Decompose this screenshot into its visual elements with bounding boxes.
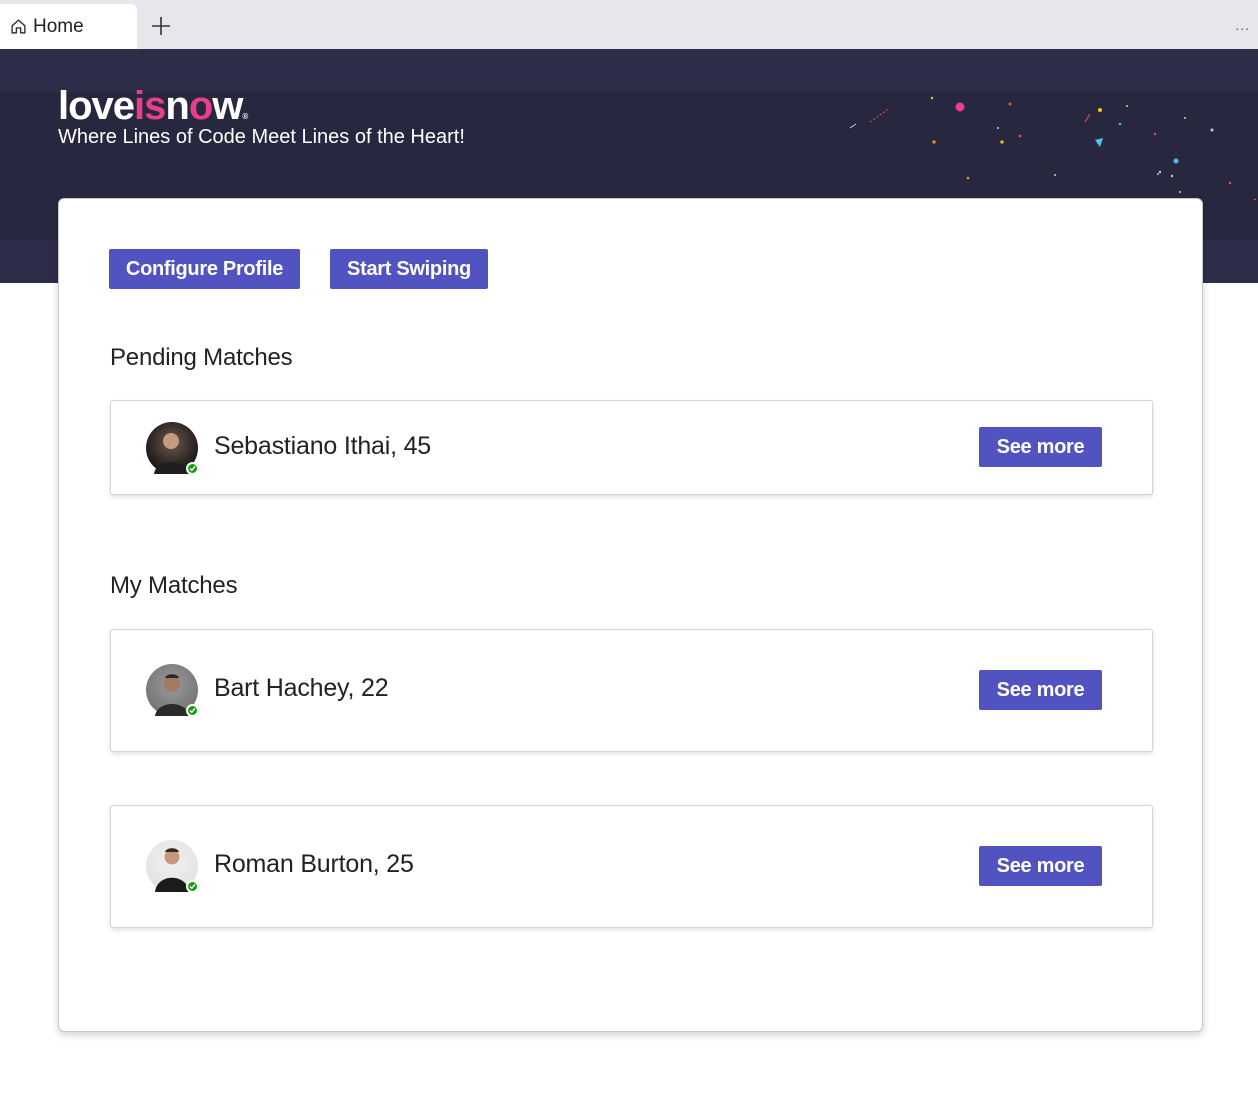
main-card: Configure Profile Start Swiping Pending … — [58, 198, 1203, 1032]
avatar — [146, 664, 199, 717]
logo-text-love: love — [58, 84, 135, 128]
online-status-icon — [186, 704, 199, 717]
avatar — [146, 422, 199, 475]
home-icon — [11, 19, 26, 34]
avatar — [146, 840, 199, 893]
configure-profile-button[interactable]: Configure Profile — [109, 249, 300, 289]
match-name: Roman Burton, 25 — [214, 850, 414, 878]
match-card: Roman Burton, 25 See more — [110, 805, 1153, 928]
match-name: Sebastiano Ithai, 45 — [214, 432, 431, 460]
online-status-icon — [186, 462, 199, 475]
more-icon[interactable]: ... — [1235, 17, 1250, 33]
see-more-button[interactable]: See more — [979, 670, 1102, 710]
pending-match-card: Sebastiano Ithai, 45 See more — [110, 400, 1153, 495]
browser-tab-bar: Home ... — [0, 0, 1258, 49]
match-card: Bart Hachey, 22 See more — [110, 629, 1153, 752]
logo-text-is: is — [134, 84, 166, 128]
see-more-button[interactable]: See more — [979, 846, 1102, 886]
tab-home[interactable]: Home — [0, 4, 137, 49]
match-name: Bart Hachey, 22 — [214, 674, 389, 702]
my-matches-title: My Matches — [110, 572, 238, 599]
tagline: Where Lines of Code Meet Lines of the He… — [58, 126, 465, 148]
logo-text-w: w — [212, 84, 243, 128]
logo-mark: ® — [242, 112, 248, 121]
logo-text-n: n — [165, 84, 189, 128]
start-swiping-button[interactable]: Start Swiping — [330, 249, 488, 289]
plus-icon[interactable] — [150, 15, 172, 37]
confetti-decoration — [849, 96, 1257, 200]
logo-text-o: o — [188, 84, 213, 128]
see-more-button[interactable]: See more — [979, 427, 1102, 467]
pending-matches-title: Pending Matches — [110, 344, 293, 371]
tab-home-label: Home — [33, 15, 84, 37]
online-status-icon — [186, 880, 199, 893]
